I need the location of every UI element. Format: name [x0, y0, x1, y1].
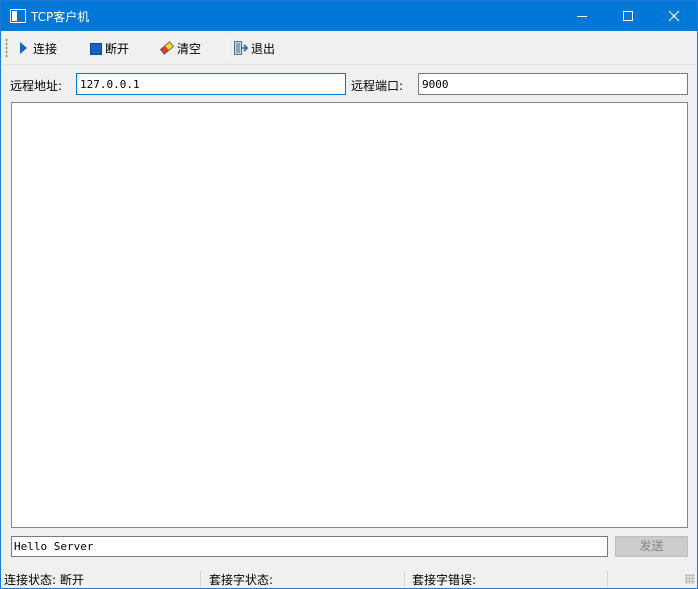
send-button[interactable]: 发送 — [615, 536, 688, 557]
disconnect-label: 断开 — [105, 41, 130, 56]
clear-button[interactable]: 清空 — [159, 36, 201, 60]
quit-button[interactable]: 退出 — [233, 36, 275, 60]
remote-port-input[interactable]: 9000 — [418, 73, 688, 95]
quit-label: 退出 — [251, 41, 276, 56]
address-row: 远程地址: 127.0.0.1 远程端口: 9000 — [1, 73, 697, 97]
status-separator — [404, 570, 405, 586]
toolbar-grip[interactable] — [5, 38, 8, 58]
clear-label: 清空 — [177, 41, 202, 56]
stop-icon — [87, 40, 103, 56]
eraser-icon — [159, 40, 175, 56]
play-icon — [15, 40, 31, 56]
connect-button[interactable]: 连接 — [15, 36, 57, 60]
message-log[interactable] — [11, 102, 688, 528]
maximize-button[interactable] — [605, 1, 651, 31]
minimize-button[interactable] — [559, 1, 605, 31]
status-separator — [607, 570, 608, 586]
app-icon — [10, 9, 26, 23]
connection-status: 连接状态: 断开 — [4, 573, 84, 587]
disconnect-button[interactable]: 断开 — [87, 36, 129, 60]
toolbar-separator — [227, 37, 228, 59]
status-separator — [200, 570, 201, 586]
remote-port-label: 远程端口: — [351, 79, 404, 93]
socket-status: 套接字状态: — [209, 573, 274, 587]
title-bar[interactable]: TCP客户机 — [1, 1, 697, 31]
exit-door-icon — [233, 40, 249, 56]
main-window: TCP客户机 连接 断开 清空 退出 远程地址: 127.0.0.1 远程端口:… — [0, 0, 698, 589]
remote-address-input[interactable]: 127.0.0.1 — [76, 73, 346, 95]
toolbar: 连接 断开 清空 退出 — [1, 31, 697, 65]
status-bar: 连接状态: 断开 套接字状态: 套接字错误: — [1, 568, 697, 588]
send-row: Hello Server 发送 — [1, 536, 697, 558]
close-icon — [668, 10, 680, 22]
window-title: TCP客户机 — [31, 10, 90, 24]
message-input[interactable]: Hello Server — [11, 536, 608, 557]
remote-address-label: 远程地址: — [10, 79, 63, 93]
close-button[interactable] — [651, 1, 697, 31]
resize-grip[interactable] — [685, 574, 695, 584]
connect-label: 连接 — [33, 41, 58, 56]
socket-error: 套接字错误: — [412, 573, 477, 587]
